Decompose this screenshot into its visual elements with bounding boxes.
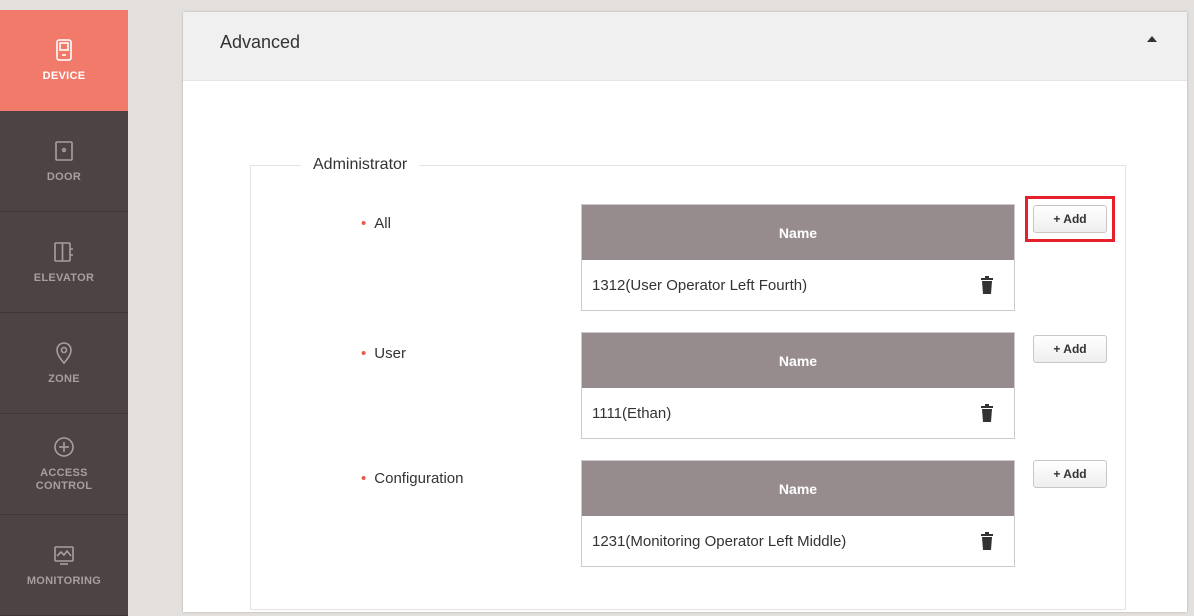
- column-header-name: Name: [582, 333, 1014, 388]
- sidebar: DEVICE DOOR ELEVATOR ZONE ACCESS CONTROL…: [0, 10, 128, 616]
- bullet-icon: •: [361, 345, 367, 362]
- nav-elevator[interactable]: ELEVATOR: [0, 212, 128, 313]
- row-label-configuration-text: Configuration: [374, 470, 464, 487]
- bullet-icon: •: [361, 470, 367, 487]
- entry-name: 1231(Monitoring Operator Left Middle): [592, 532, 847, 550]
- nav-zone[interactable]: ZONE: [0, 313, 128, 414]
- zone-icon: [56, 341, 72, 364]
- elevator-icon: [54, 241, 73, 262]
- row-label-configuration: • Configuration: [361, 470, 464, 488]
- all-admin-table: Name 1312(User Operator Left Fourth): [581, 204, 1015, 311]
- access-control-icon: [54, 437, 74, 457]
- entry-name: 1312(User Operator Left Fourth): [592, 276, 808, 294]
- nav-monitoring[interactable]: MONITORING: [0, 515, 128, 616]
- user-admin-table: Name 1111(Ethan): [581, 332, 1015, 439]
- nav-access-control[interactable]: ACCESS CONTROL: [0, 414, 128, 515]
- nav-access-control-label: ACCESS CONTROL: [35, 467, 93, 492]
- row-label-all: • All: [361, 215, 391, 233]
- panel-header[interactable]: Advanced: [183, 12, 1187, 81]
- panel-title: Advanced: [220, 32, 301, 52]
- trash-icon[interactable]: [980, 404, 994, 422]
- add-configuration-button[interactable]: + Add: [1033, 460, 1107, 488]
- nav-monitoring-label: MONITORING: [26, 574, 102, 587]
- row-label-user: • User: [361, 345, 406, 363]
- table-row: 1231(Monitoring Operator Left Middle): [582, 516, 1014, 566]
- monitoring-icon: [54, 545, 74, 565]
- trash-icon[interactable]: [980, 532, 994, 550]
- column-header-name: Name: [582, 461, 1014, 516]
- collapse-icon[interactable]: [1147, 36, 1157, 42]
- row-label-user-text: User: [374, 345, 406, 362]
- nav-zone-label: ZONE: [48, 372, 80, 385]
- nav-elevator-label: ELEVATOR: [33, 271, 95, 284]
- row-label-all-text: All: [374, 215, 391, 232]
- add-user-button[interactable]: + Add: [1033, 335, 1107, 363]
- column-header-name: Name: [582, 205, 1014, 260]
- entry-name: 1111(Ethan): [592, 404, 672, 422]
- device-icon: [56, 39, 72, 61]
- nav-door-label: DOOR: [46, 170, 82, 183]
- table-row: 1312(User Operator Left Fourth): [582, 260, 1014, 310]
- nav-device[interactable]: DEVICE: [0, 10, 128, 111]
- nav-device-label: DEVICE: [42, 70, 86, 82]
- door-icon: [55, 140, 73, 161]
- trash-icon[interactable]: [980, 276, 994, 294]
- table-row: 1111(Ethan): [582, 388, 1014, 438]
- nav-door[interactable]: DOOR: [0, 111, 128, 212]
- advanced-panel: Advanced Administrator • All Name 1312(Us…: [183, 12, 1187, 612]
- configuration-admin-table: Name 1231(Monitoring Operator Left Middl…: [581, 460, 1015, 567]
- add-all-button[interactable]: + Add: [1033, 205, 1107, 233]
- administrator-legend: Administrator: [301, 155, 420, 175]
- bullet-icon: •: [361, 215, 367, 232]
